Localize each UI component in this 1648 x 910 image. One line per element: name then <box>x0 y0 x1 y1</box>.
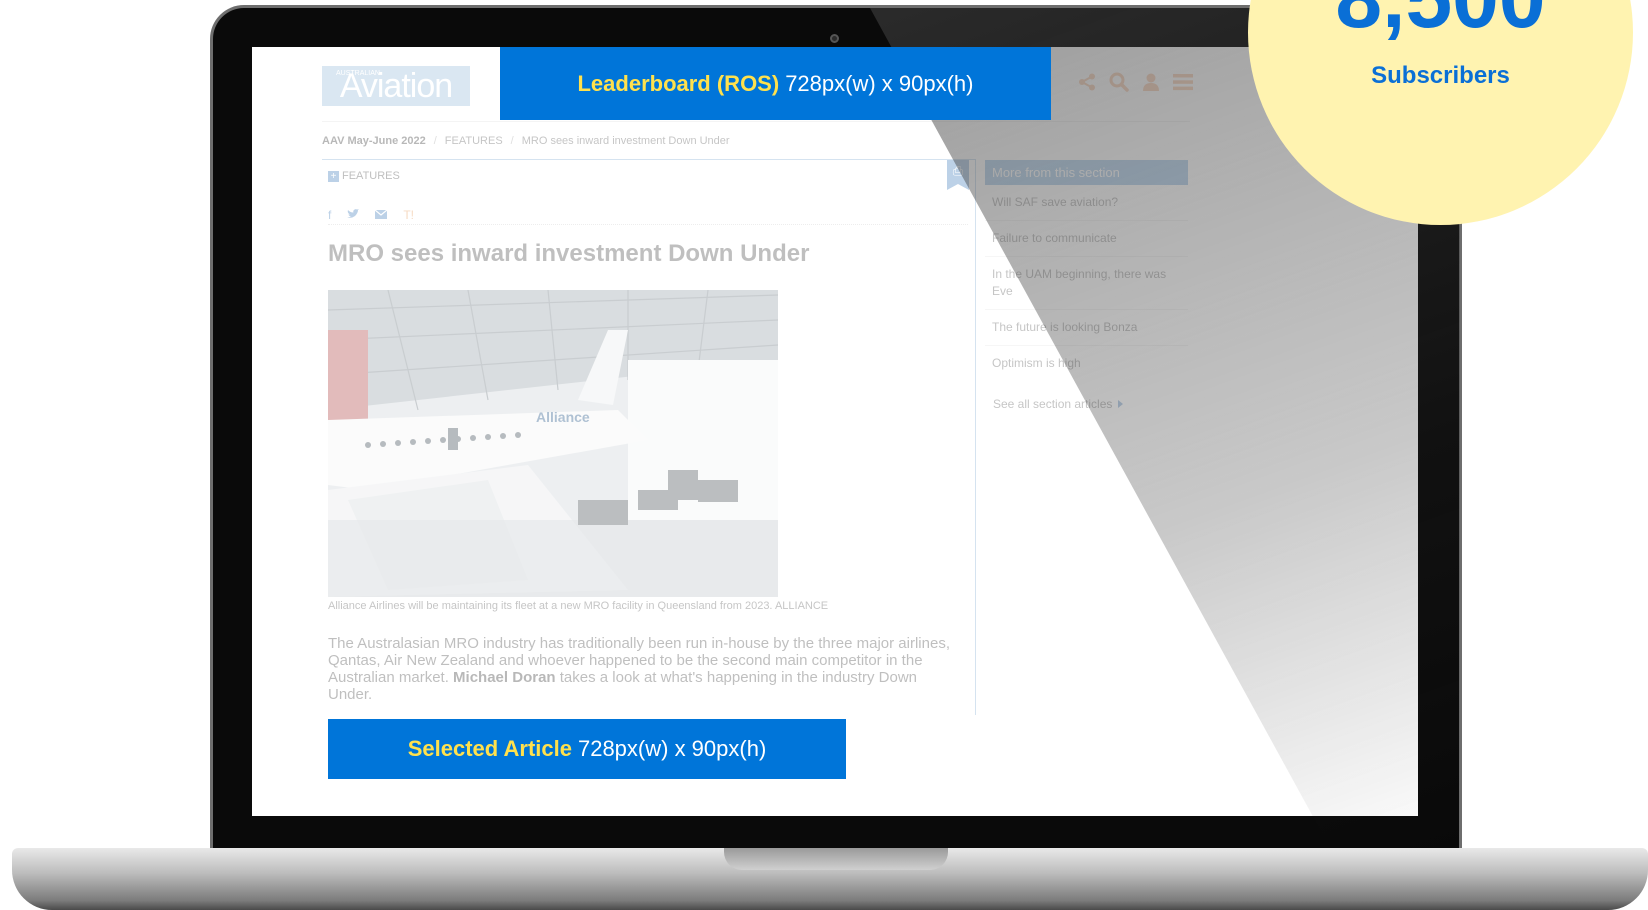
ad-name: Selected Article <box>407 736 572 761</box>
twitter-icon[interactable] <box>347 208 360 222</box>
breadcrumb: AAV May-June 2022 / FEATURES / MRO sees … <box>322 135 730 147</box>
user-icon[interactable] <box>1140 71 1162 93</box>
article-title: MRO sees inward investment Down Under <box>328 240 810 267</box>
hangar-photo-icon: Alliance <box>328 290 778 597</box>
breadcrumb-section[interactable]: FEATURES <box>445 135 503 147</box>
article-photo[interactable]: Alliance <box>328 290 778 597</box>
ad-name: Leaderboard (ROS) <box>577 70 780 96</box>
print-icon[interactable]: ⎙ <box>947 160 969 190</box>
subscriber-count: 8,500 <box>1248 0 1633 40</box>
breadcrumb-separator: / <box>510 135 514 147</box>
leaderboard-ad-placement[interactable]: Leaderboard (ROS) 728px(w) x 90px(h) <box>500 47 1051 120</box>
breadcrumb-current: MRO sees inward investment Down Under <box>521 135 730 147</box>
site-logo[interactable]: AUSTRALIAN Aviation <box>322 66 470 106</box>
see-all-label: See all section articles <box>993 397 1113 411</box>
logo-small-text: AUSTRALIAN <box>336 70 380 77</box>
email-icon[interactable] <box>374 208 388 222</box>
browser-screen: AUSTRALIAN Aviation AAV May-June 2022 / … <box>252 47 1418 816</box>
lead-author: Michael Doran <box>453 669 556 686</box>
menu-icon[interactable] <box>1172 71 1194 93</box>
camera-icon <box>830 34 839 43</box>
plus-icon: + <box>328 170 339 182</box>
breadcrumb-separator: / <box>433 135 437 147</box>
facebook-icon[interactable]: f <box>328 208 331 222</box>
photo-caption: Alliance Airlines will be maintaining it… <box>328 600 829 612</box>
share-divider <box>328 224 968 225</box>
breadcrumb-issue[interactable]: AAV May-June 2022 <box>322 135 426 147</box>
see-all-articles-link[interactable]: See all section articles <box>985 381 1188 427</box>
share-row: f T! <box>328 208 414 222</box>
section-tag-label: FEATURES <box>342 170 400 182</box>
sidebar-item[interactable]: The future is looking Bonza <box>985 310 1188 346</box>
sidebar-item[interactable]: Optimism is high <box>985 346 1188 381</box>
header-divider <box>322 121 1190 122</box>
text-size-icon[interactable]: T! <box>403 208 414 222</box>
sidebar-item[interactable]: In the UAM beginning, there was Eve <box>985 257 1188 310</box>
header-icons <box>1076 71 1194 93</box>
sidebar-heading: More from this section <box>985 160 1188 185</box>
article-ad-placement[interactable]: Selected Article 728px(w) x 90px(h) <box>328 719 846 779</box>
search-icon[interactable] <box>1108 71 1130 93</box>
chevron-right-icon <box>1118 400 1124 408</box>
ad-size: 728px(w) x 90px(h) <box>577 736 767 761</box>
article-lead: The Australasian MRO industry has tradit… <box>328 635 960 703</box>
section-tag[interactable]: + FEATURES <box>328 170 400 182</box>
subscriber-label: Subscribers <box>1371 62 1510 89</box>
sidebar-item[interactable]: Failure to communicate <box>985 221 1188 257</box>
sidebar-item[interactable]: Will SAF save aviation? <box>985 185 1188 221</box>
laptop-notch <box>724 848 948 870</box>
share-icon[interactable] <box>1076 71 1098 93</box>
ad-size: 728px(w) x 90px(h) <box>785 70 974 96</box>
svg-text:Alliance: Alliance <box>536 409 590 425</box>
sidebar-more-from-section: More from this section Will SAF save avi… <box>985 160 1188 427</box>
